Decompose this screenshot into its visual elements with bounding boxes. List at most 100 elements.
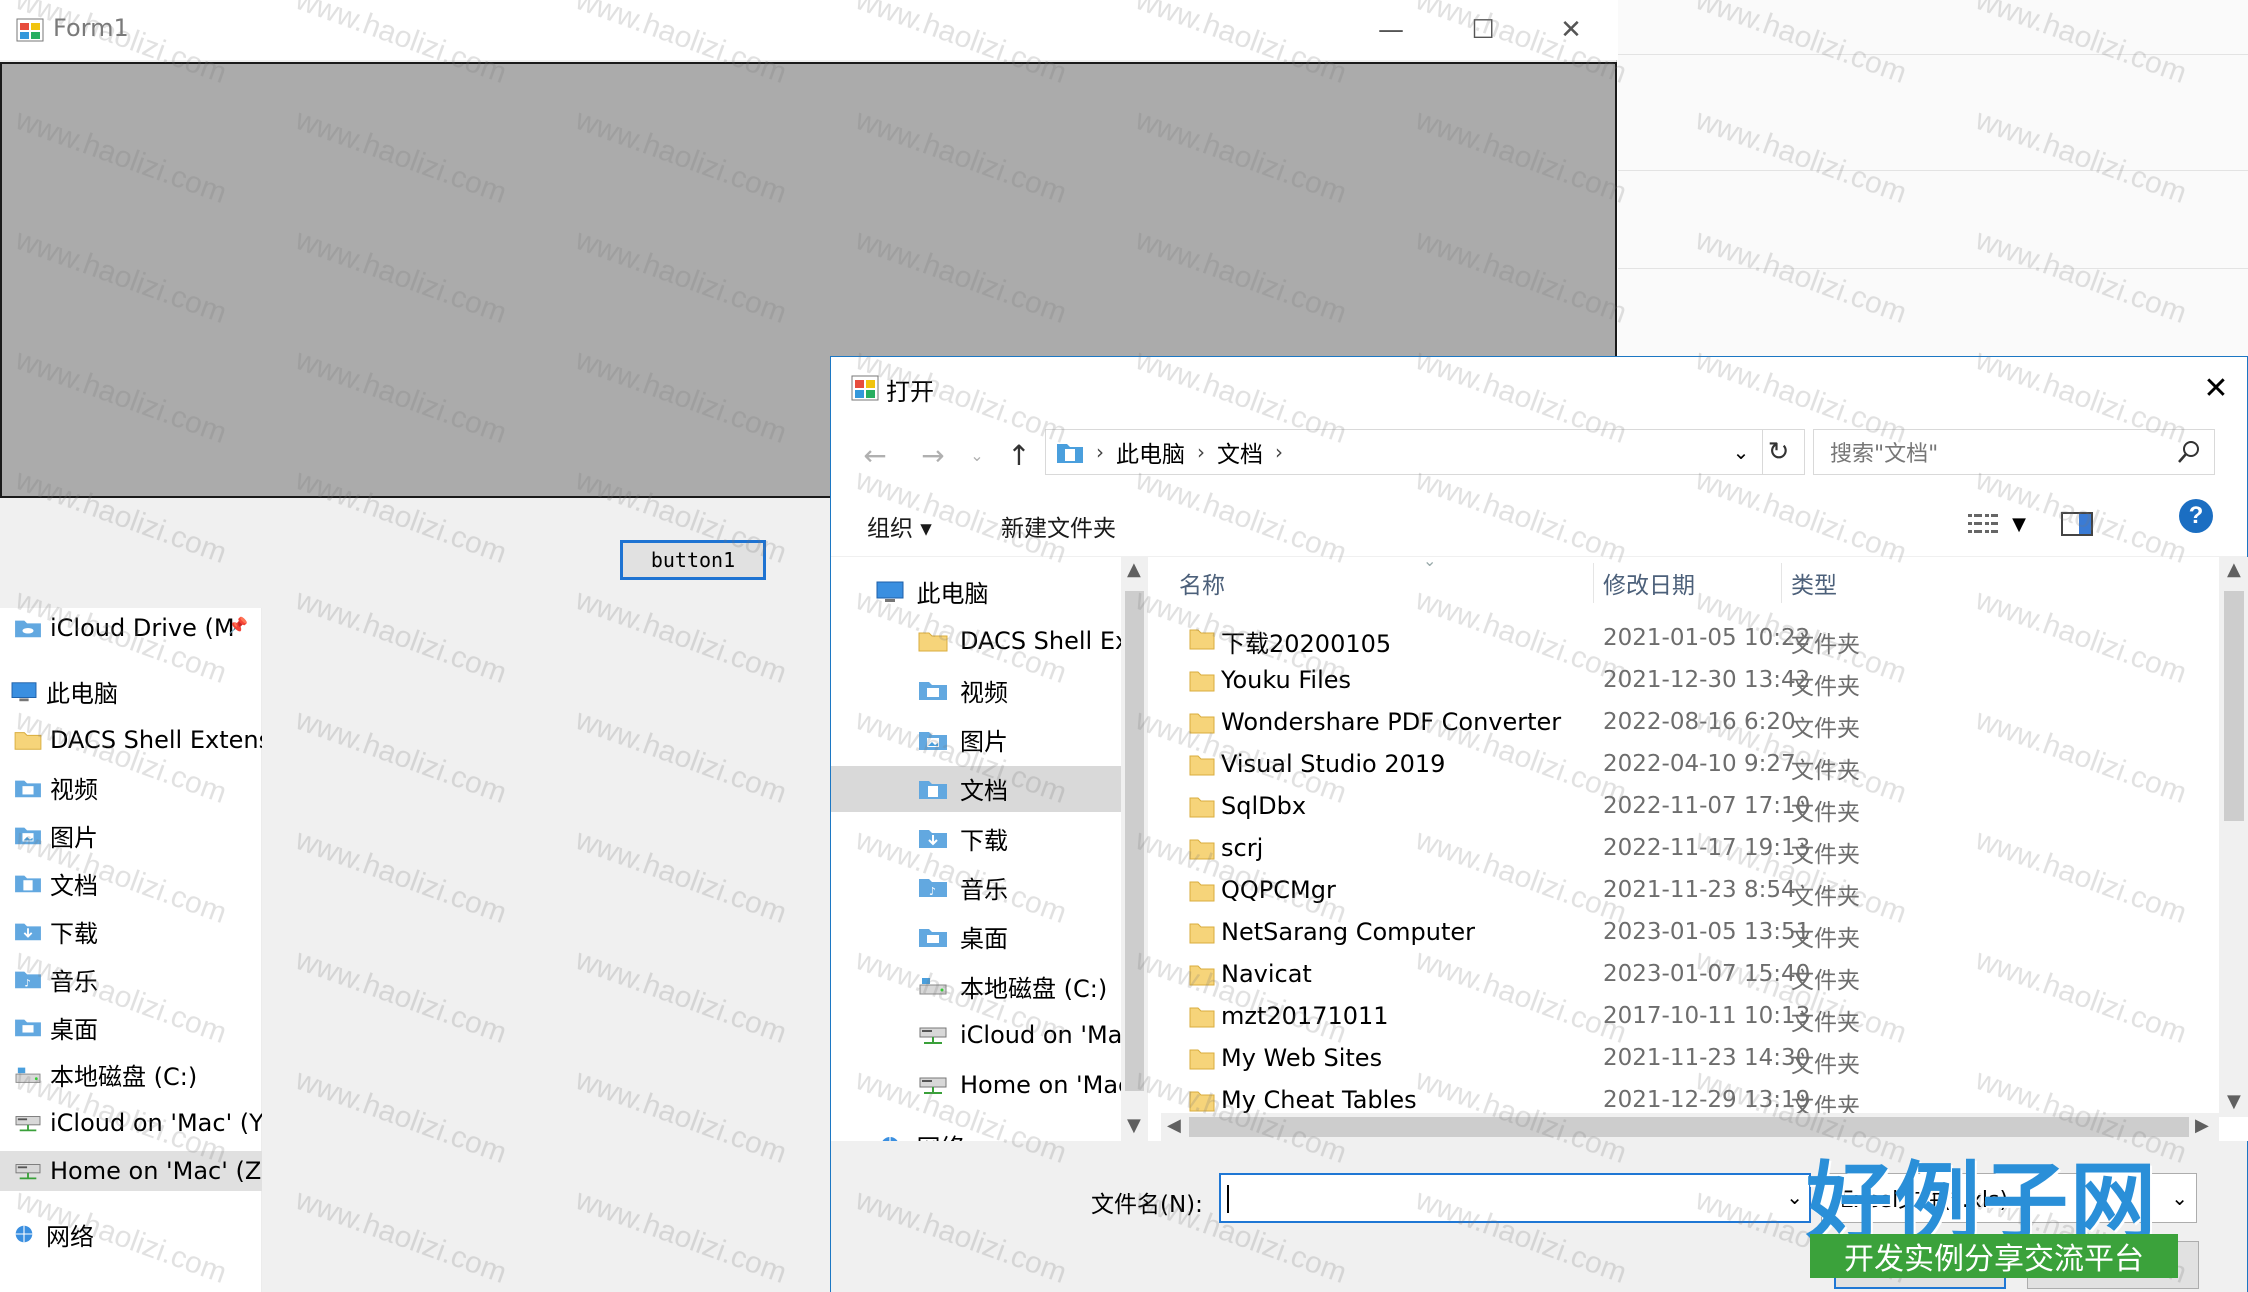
arrow-up-icon: ↑ — [1007, 438, 1031, 472]
scroll-up-icon[interactable]: ▲ — [1127, 559, 1141, 580]
music-folder-icon: ♪ — [919, 879, 947, 898]
column-type-label: 类型 — [1791, 573, 1837, 599]
file-date: 2023-01-05 13:51 — [1603, 919, 1811, 945]
maximize-icon: ☐ — [1471, 15, 1495, 45]
maximize-button[interactable]: ☐ — [1437, 0, 1529, 60]
file-row[interactable]: Visual Studio 2019 2022-04-10 9:27 文件夹 — [1161, 745, 2211, 787]
up-button[interactable]: ↑ — [997, 433, 1041, 477]
recent-locations-button[interactable]: ⌄ — [955, 433, 999, 477]
file-row[interactable]: My Web Sites 2021-11-23 14:30 文件夹 — [1161, 1039, 2211, 1081]
background-nav-item[interactable]: 下载 — [0, 911, 262, 951]
nav-item[interactable]: 此电脑 — [831, 569, 1121, 615]
view-dropdown[interactable]: ▼ — [1999, 505, 2039, 543]
folder-icon — [1189, 881, 1215, 902]
nav-item[interactable]: DACS Shell Exte — [831, 618, 1121, 664]
video-folder-icon — [15, 780, 41, 797]
background-nav-item[interactable]: Home on 'Mac' (Z: — [0, 1150, 262, 1191]
background-nav-label: 下载 — [50, 919, 98, 948]
scroll-up-icon[interactable]: ▲ — [2227, 559, 2241, 580]
background-nav-label: 网络 — [46, 1222, 94, 1251]
nav-item[interactable]: 下载 — [831, 815, 1121, 861]
dialog-titlebar[interactable]: 打开 ✕ — [831, 357, 2247, 419]
dialog-close-button[interactable]: ✕ — [2185, 357, 2247, 419]
nav-item[interactable]: iCloud on 'Mac — [831, 1012, 1121, 1058]
desktop: Form1 — ☐ ✕ button1 iCloud Drive (M 此电脑 DA… — [0, 0, 2248, 1292]
nav-scrollbar[interactable]: ▲ ▼ — [1121, 557, 1148, 1141]
scroll-thumb[interactable] — [1125, 591, 1144, 1091]
chevron-right-icon: › — [1096, 440, 1104, 464]
scroll-thumb[interactable] — [2224, 591, 2244, 821]
new-folder-button[interactable]: 新建文件夹 — [1001, 509, 1116, 543]
nav-item[interactable]: 本地磁盘 (C:) — [831, 963, 1121, 1009]
scroll-down-icon[interactable]: ▼ — [2227, 1091, 2241, 1112]
form1-titlebar[interactable]: Form1 — ☐ ✕ — [0, 0, 1617, 60]
close-button[interactable]: ✕ — [1525, 0, 1617, 60]
file-type: 文件夹 — [1791, 1010, 1860, 1036]
file-name: My Cheat Tables — [1221, 1086, 1417, 1114]
forward-button[interactable]: → — [911, 433, 955, 477]
refresh-button[interactable]: ↻ — [1753, 429, 1805, 475]
file-row[interactable]: Youku Files 2021-12-30 13:42 文件夹 — [1161, 661, 2211, 703]
background-nav-item[interactable]: 视频 — [0, 768, 262, 808]
app-icon — [851, 375, 879, 401]
nav-item[interactable]: 图片 — [831, 717, 1121, 763]
network-drive-icon — [15, 1115, 41, 1132]
file-row[interactable]: mzt20171011 2017-10-11 10:13 文件夹 — [1161, 997, 2211, 1039]
file-name: mzt20171011 — [1221, 1002, 1389, 1030]
breadcrumb-this-pc[interactable]: 此电脑 — [1116, 435, 1185, 469]
nav-item[interactable]: 文档 — [831, 765, 1121, 812]
search-icon — [2178, 441, 2199, 463]
nav-item-label: 网络 — [917, 1128, 965, 1141]
file-row[interactable]: SqlDbx 2022-11-07 17:10 文件夹 — [1161, 787, 2211, 829]
background-nav-item[interactable]: 图片 — [0, 815, 262, 855]
view-options-button[interactable] — [1963, 505, 2003, 543]
background-nav-item[interactable]: ♪ 音乐 — [0, 959, 262, 999]
file-row[interactable]: scrj 2022-11-17 19:13 文件夹 — [1161, 829, 2211, 871]
background-nav-item[interactable]: 本地磁盘 (C:) — [0, 1055, 262, 1095]
column-name-label: 名称 — [1179, 573, 1225, 599]
filename-label: 文件名(N): — [1091, 1192, 1203, 1218]
chevron-down-icon[interactable]: ⌄ — [1786, 1185, 1803, 1209]
minimize-button[interactable]: — — [1345, 0, 1437, 60]
nav-item[interactable]: 网络 — [831, 1123, 1121, 1141]
background-nav-item[interactable]: 文档 — [0, 863, 262, 903]
nav-item[interactable]: Home on 'Mac — [831, 1062, 1121, 1108]
address-dropdown[interactable]: ⌄ — [1726, 436, 1756, 468]
background-nav-label: iCloud on 'Mac' (Y: — [50, 1108, 262, 1137]
help-icon[interactable]: ? — [2179, 499, 2213, 533]
file-row[interactable]: QQPCMgr 2021-11-23 8:54 文件夹 — [1161, 871, 2211, 913]
nav-item[interactable]: 视频 — [831, 667, 1121, 713]
nav-item[interactable]: 桌面 — [831, 914, 1121, 960]
scroll-down-icon[interactable]: ▼ — [1127, 1115, 1141, 1136]
button1[interactable]: button1 — [620, 540, 766, 580]
file-row[interactable]: Wondershare PDF Converter 2022-08-16 6:20… — [1161, 703, 2211, 745]
breadcrumb-documents[interactable]: 文档 — [1217, 435, 1263, 469]
file-vertical-scrollbar[interactable]: ▲ ▼ — [2219, 557, 2248, 1117]
background-nav-item[interactable]: DACS Shell Extensi — [0, 720, 262, 760]
background-nav-item[interactable]: 桌面 — [0, 1007, 262, 1047]
background-nav-label: 此电脑 — [46, 680, 118, 709]
column-date[interactable]: 修改日期 — [1603, 557, 1695, 609]
column-type[interactable]: 类型 — [1791, 557, 1837, 609]
search-box[interactable]: 搜索"文档" — [1813, 429, 2215, 475]
file-row[interactable]: 下载20200105 2021-01-05 10:22 文件夹 — [1161, 619, 2211, 661]
folder-icon — [1189, 755, 1215, 776]
background-nav-item[interactable]: iCloud Drive (M — [0, 608, 262, 648]
nav-item-label: 图片 — [960, 728, 1008, 756]
organize-menu[interactable]: 组织 ▾ — [867, 509, 932, 543]
background-nav-item[interactable]: iCloud on 'Mac' (Y: — [0, 1103, 262, 1143]
file-row[interactable]: Navicat 2023-01-07 15:40 文件夹 — [1161, 955, 2211, 997]
back-button[interactable]: ← — [853, 433, 897, 477]
file-row[interactable]: NetSarang Computer 2023-01-05 13:51 文件夹 — [1161, 913, 2211, 955]
nav-item[interactable]: ♪ 音乐 — [831, 864, 1121, 910]
network-drive-icon — [15, 1163, 41, 1179]
background-nav-item[interactable]: 此电脑 — [0, 672, 262, 712]
filename-input[interactable]: ⌄ — [1219, 1173, 1811, 1223]
background-nav-item[interactable]: 网络 — [0, 1214, 262, 1254]
preview-pane-button[interactable] — [2057, 505, 2097, 543]
address-bar[interactable]: › 此电脑 › 文档 › ⌄ — [1045, 429, 1763, 475]
scroll-left-icon[interactable]: ◀ — [1167, 1115, 1181, 1136]
column-name[interactable]: 名称 — [1179, 557, 1225, 609]
arrow-right-icon: → — [921, 438, 945, 472]
file-name: SqlDbx — [1221, 792, 1307, 820]
